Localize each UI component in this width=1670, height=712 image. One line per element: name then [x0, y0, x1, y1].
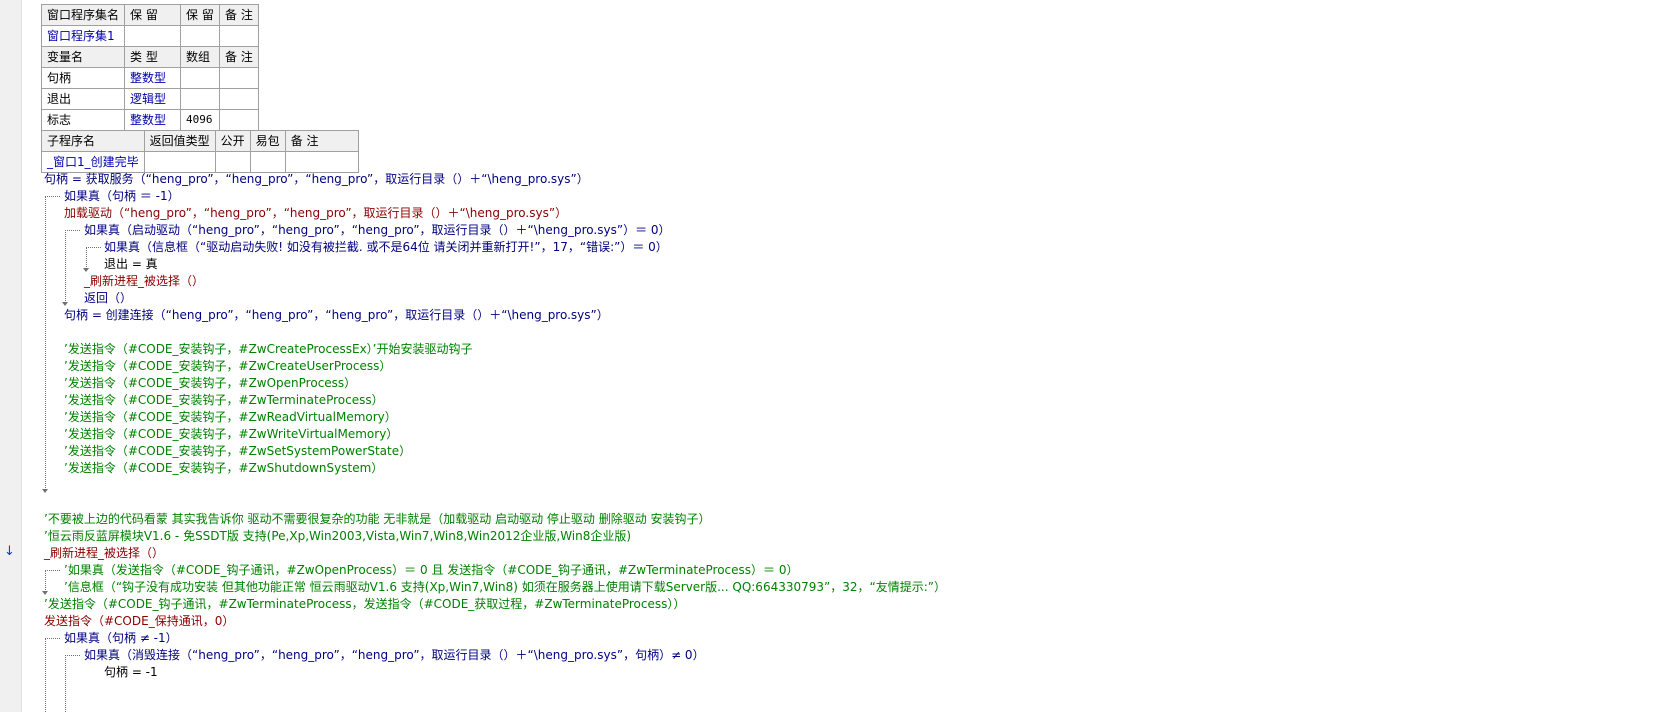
code-line[interactable]: ’发送指令（#CODE_安装钩子，#ZwCreateUserProcess） — [64, 357, 391, 375]
code-line[interactable]: ’如果真（发送指令（#CODE_钩子通讯，#ZwOpenProcess）＝ 0 … — [64, 561, 799, 579]
code-line[interactable]: 如果真（启动驱动（“heng_pro”，“heng_pro”，“heng_pro… — [84, 221, 671, 239]
code-line[interactable]: 如果真（信息框（“驱动启动失败! 如没有被拦截. 或不是64位 请关闭并重新打开… — [104, 238, 668, 256]
code-editor[interactable]: 句柄 = 获取服务（“heng_pro”，“heng_pro”，“heng_pr… — [0, 0, 1670, 712]
flow-guide — [65, 230, 66, 303]
code-line[interactable]: ’信息框（“钩子没有成功安装 但其他功能正常 恒云雨驱动V1.6 支持(Xp,W… — [64, 578, 946, 596]
code-line[interactable]: 如果真（句柄 ＝ -1） — [64, 187, 180, 205]
code-line[interactable]: 退出 = 真 — [104, 255, 158, 273]
flow-guide — [65, 655, 66, 712]
code-line[interactable]: 如果真（消毁连接（“heng_pro”，“heng_pro”，“heng_pro… — [84, 646, 705, 664]
flow-guide — [65, 655, 80, 656]
code-line[interactable]: 句柄 = 创建连接（“heng_pro”，“heng_pro”，“heng_pr… — [64, 306, 609, 324]
flow-arrow-icon — [42, 489, 48, 493]
flow-guide — [86, 247, 101, 248]
code-line[interactable]: ’发送指令（#CODE_安装钩子，#ZwSetSystemPowerState） — [64, 442, 411, 460]
code-line[interactable]: ’发送指令（#CODE_钩子通讯，#ZwTerminateProcess，发送指… — [44, 595, 685, 613]
code-line[interactable]: 返回（） — [84, 289, 132, 307]
code-line[interactable]: ’恒云雨反蓝屏模块V1.6 - 免SSDT版 支持(Pe,Xp,Win2003,… — [44, 527, 631, 545]
code-line[interactable]: _刷新进程_被选择（） — [44, 544, 164, 562]
code-line[interactable]: ’发送指令（#CODE_安装钩子，#ZwOpenProcess） — [64, 374, 356, 392]
code-line[interactable]: ’发送指令（#CODE_安装钩子，#ZwCreateProcessEx）’开始安… — [64, 340, 473, 358]
code-line[interactable]: 加载驱动（“heng_pro”，“heng_pro”，“heng_pro”，取运… — [64, 204, 567, 222]
code-line[interactable]: ’不要被上边的代码看蒙 其实我告诉你 驱动不需要很复杂的功能 无非就是（加载驱动… — [44, 510, 711, 528]
flow-guide — [45, 570, 46, 592]
flow-guide — [45, 638, 46, 712]
code-line[interactable]: ’发送指令（#CODE_安装钩子，#ZwReadVirtualMemory） — [64, 408, 397, 426]
code-line[interactable]: 发送指令（#CODE_保持通讯，0） — [44, 612, 234, 630]
code-line[interactable]: 句柄 = 获取服务（“heng_pro”，“heng_pro”，“heng_pr… — [44, 170, 589, 188]
flow-guide — [45, 570, 60, 571]
flow-guide — [45, 196, 46, 490]
code-line[interactable]: ’发送指令（#CODE_安装钩子，#ZwTerminateProcess） — [64, 391, 384, 409]
code-line[interactable]: ’发送指令（#CODE_安装钩子，#ZwWriteVirtualMemory） — [64, 425, 398, 443]
code-line[interactable]: 如果真（句柄 ≠ -1） — [64, 629, 178, 647]
flow-guide — [65, 230, 80, 231]
code-line[interactable]: 句柄 = -1 — [104, 663, 158, 681]
flow-guide — [45, 196, 60, 197]
code-line[interactable]: _刷新进程_被选择（） — [84, 272, 204, 290]
code-line[interactable]: ’发送指令（#CODE_安装钩子，#ZwShutdownSystem） — [64, 459, 383, 477]
flow-guide — [45, 638, 60, 639]
flow-guide — [86, 247, 87, 269]
